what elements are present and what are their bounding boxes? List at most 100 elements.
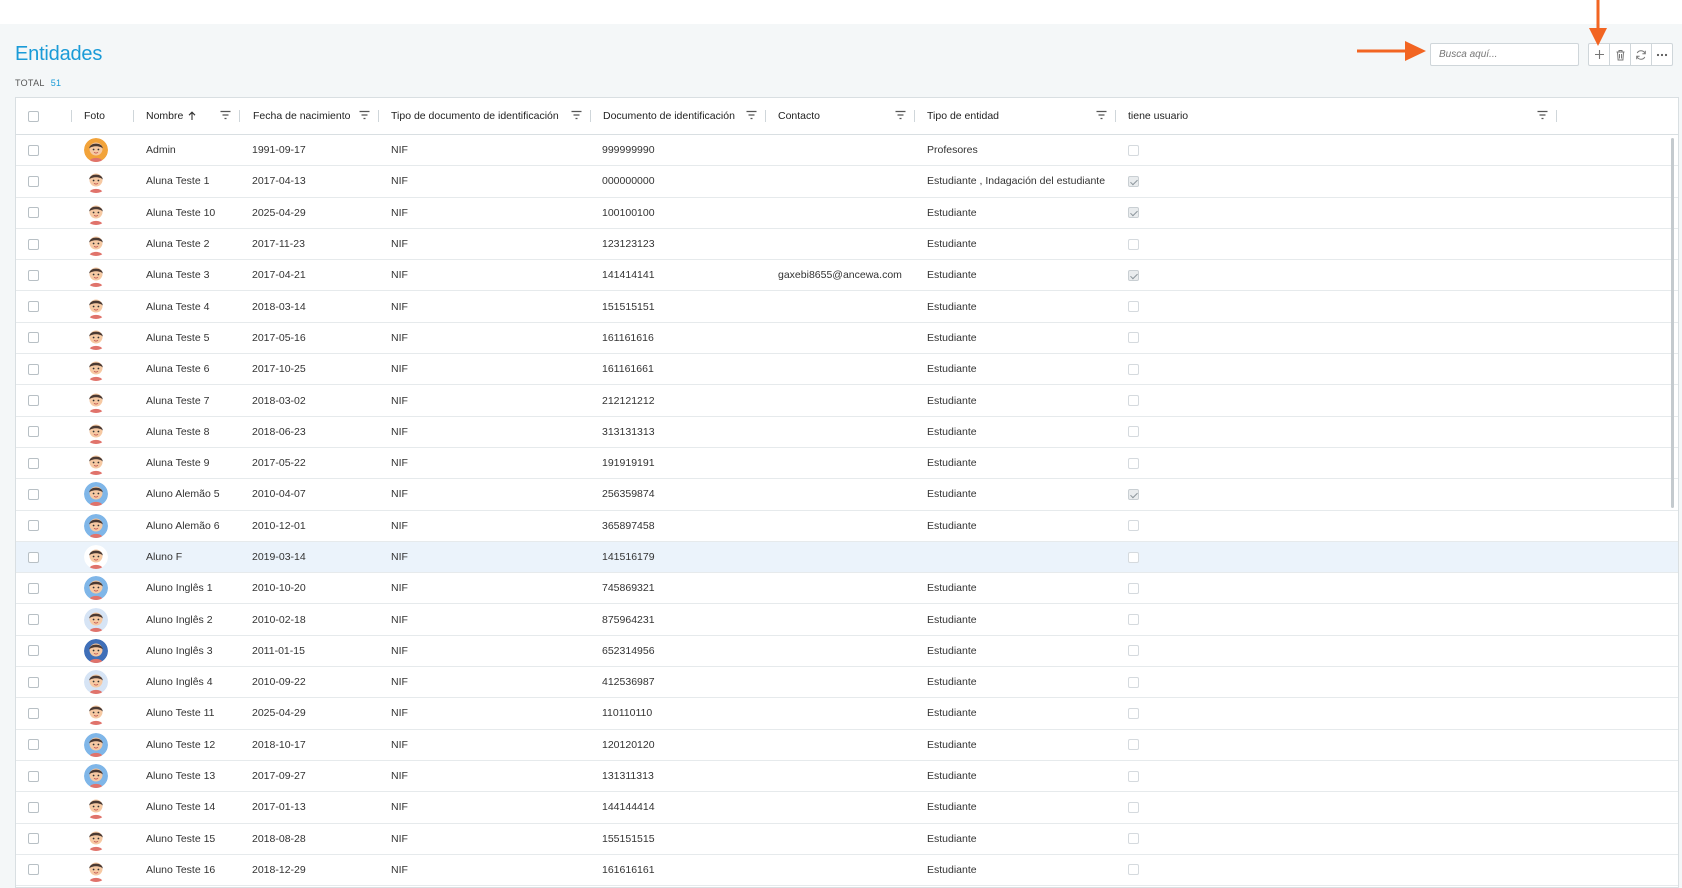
cell-documento: 151515151 — [602, 300, 655, 313]
cell-tipo-documento: NIF — [391, 582, 408, 595]
row-select-checkbox[interactable] — [28, 667, 39, 697]
entities-page: Entidades TOTAL 51 Foto Nombre — [0, 24, 1682, 888]
row-select-checkbox[interactable] — [28, 135, 39, 165]
row-select-checkbox[interactable] — [28, 730, 39, 760]
row-select-checkbox[interactable] — [28, 198, 39, 228]
table-row[interactable]: Aluna Teste 7 2018-03-02 NIF 212121212 Estud… — [16, 385, 1678, 417]
table-row[interactable]: Aluno Inglês 2 2010-02-18 NIF 875964231 Estu… — [16, 604, 1678, 636]
row-select-checkbox[interactable] — [28, 323, 39, 353]
table-row[interactable]: Aluno Teste 15 2018-08-28 NIF 155151515 Estu… — [16, 824, 1678, 855]
column-header-tipo-entidad[interactable]: Tipo de entidad — [927, 98, 999, 134]
cell-documento: 212121212 — [602, 394, 655, 407]
filter-icon[interactable] — [746, 110, 757, 120]
table-row[interactable]: Aluna Teste 3 2017-04-21 NIF 141414141 gaxeb… — [16, 260, 1678, 292]
row-select-checkbox[interactable] — [28, 542, 39, 572]
row-select-checkbox[interactable] — [28, 792, 39, 822]
table-row[interactable]: Aluno Inglês 3 2011-01-15 NIF 652314956 Estu… — [16, 636, 1678, 668]
avatar-image — [84, 732, 108, 757]
row-select-checkbox[interactable] — [28, 855, 39, 885]
column-header-documento[interactable]: Documento de identificación — [603, 98, 735, 134]
row-select-checkbox[interactable] — [28, 417, 39, 447]
table-row[interactable]: Aluna Teste 2 2017-11-23 NIF 123123123 Estud… — [16, 229, 1678, 261]
table-body: Admin 1991-09-17 NIF 999999990 Profesores Alu… — [16, 135, 1678, 887]
cell-nombre: Aluna Teste 10 — [146, 206, 216, 219]
row-select-checkbox[interactable] — [28, 448, 39, 478]
table-row[interactable]: Aluna Teste 9 2017-05-22 NIF 191919191 Estud… — [16, 448, 1678, 480]
table-row[interactable]: Aluno Alemão 6 2010-12-01 NIF 365897458 Estu… — [16, 511, 1678, 542]
table-row[interactable]: Aluno Teste 13 2017-09-27 NIF 131311313 Estu… — [16, 761, 1678, 793]
table-row[interactable]: Aluna Teste 8 2018-06-23 NIF 313131313 Estud… — [16, 417, 1678, 448]
column-separator — [71, 110, 72, 122]
cell-tipo-documento: NIF — [391, 331, 408, 344]
avatar-image — [84, 482, 108, 507]
cell-tipo-entidad: Estudiante — [927, 863, 977, 876]
cell-fecha-nacimiento: 2017-05-22 — [252, 457, 306, 470]
row-select-checkbox[interactable] — [28, 479, 39, 509]
table-row[interactable]: Aluna Teste 6 2017-10-25 NIF 161161661 Estud… — [16, 354, 1678, 386]
filter-icon[interactable] — [1537, 110, 1548, 120]
has-user-checkbox — [1128, 824, 1139, 854]
table-row[interactable]: Aluno Teste 11 2025-04-29 NIF 110110110 Estu… — [16, 698, 1678, 730]
column-separator — [133, 110, 134, 122]
cell-tipo-documento: NIF — [391, 300, 408, 313]
cell-tipo-documento: NIF — [391, 488, 408, 501]
filter-icon[interactable] — [571, 110, 582, 120]
column-separator — [914, 110, 915, 122]
column-header-tipo-documento[interactable]: Tipo de documento de identificación — [391, 98, 559, 134]
filter-icon[interactable] — [359, 110, 370, 120]
vertical-scrollbar[interactable] — [1671, 138, 1674, 508]
cell-tipo-entidad: Estudiante — [927, 707, 977, 720]
avatar — [84, 479, 108, 509]
row-select-checkbox[interactable] — [28, 291, 39, 321]
table-row[interactable]: Aluno Teste 12 2018-10-17 NIF 120120120 Estu… — [16, 730, 1678, 761]
table-row[interactable]: Aluna Teste 4 2018-03-14 NIF 151515151 Estud… — [16, 291, 1678, 323]
avatar-image — [84, 826, 108, 851]
row-select-checkbox[interactable] — [28, 354, 39, 384]
column-header-fecha-nacimiento[interactable]: Fecha de nacimiento — [253, 98, 350, 134]
row-select-checkbox[interactable] — [28, 824, 39, 854]
table-row[interactable]: Aluna Teste 1 2017-04-13 NIF 000000000 Estud… — [16, 166, 1678, 198]
table-row[interactable]: Aluno Inglês 1 2010-10-20 NIF 745869321 Estu… — [16, 573, 1678, 605]
avatar-image — [84, 701, 108, 726]
row-select-checkbox[interactable] — [28, 229, 39, 259]
column-header-tiene-usuario[interactable]: tiene usuario — [1128, 98, 1188, 134]
avatar-image — [84, 357, 108, 382]
select-all-checkbox[interactable] — [28, 98, 39, 134]
table-row[interactable]: Aluno F 2019-03-14 NIF 141516179 — [16, 541, 1678, 574]
row-select-checkbox[interactable] — [28, 573, 39, 603]
more-button[interactable] — [1651, 43, 1673, 66]
avatar-image — [84, 200, 108, 225]
cell-documento: 161616161 — [602, 863, 655, 876]
table-row[interactable]: Admin 1991-09-17 NIF 999999990 Profesores — [16, 135, 1678, 167]
column-header-foto[interactable]: Foto — [84, 98, 105, 134]
table-row[interactable]: Aluno Teste 16 2018-12-29 NIF 161616161 Estu… — [16, 855, 1678, 887]
row-select-checkbox[interactable] — [28, 260, 39, 290]
row-select-checkbox[interactable] — [28, 166, 39, 196]
row-select-checkbox[interactable] — [28, 636, 39, 666]
row-select-checkbox[interactable] — [28, 385, 39, 415]
row-select-checkbox[interactable] — [28, 698, 39, 728]
column-header-contacto[interactable]: Contacto — [778, 98, 820, 134]
table-row[interactable]: Aluno Teste 14 2017-01-13 NIF 144144414 Estu… — [16, 792, 1678, 824]
table-row[interactable]: Aluna Teste 5 2017-05-16 NIF 161161616 Estud… — [16, 323, 1678, 355]
total-count: TOTAL 51 — [15, 78, 61, 88]
trash-icon — [1616, 49, 1624, 60]
table-row[interactable]: Aluno Inglês 4 2010-09-22 NIF 412536987 Estu… — [16, 667, 1678, 699]
row-select-checkbox[interactable] — [28, 511, 39, 541]
refresh-button[interactable] — [1630, 43, 1652, 66]
delete-button[interactable] — [1609, 43, 1631, 66]
row-select-checkbox[interactable] — [28, 604, 39, 634]
cell-tipo-documento: NIF — [391, 175, 408, 188]
table-row[interactable]: Aluna Teste 10 2025-04-29 NIF 100100100 Estu… — [16, 198, 1678, 229]
filter-icon[interactable] — [220, 110, 231, 120]
cell-documento: 131311313 — [602, 770, 654, 783]
search-input[interactable] — [1430, 43, 1579, 66]
table-row[interactable]: Aluno Alemão 5 2010-04-07 NIF 256359874 Estu… — [16, 479, 1678, 511]
avatar — [84, 667, 108, 697]
row-select-checkbox[interactable] — [28, 761, 39, 791]
cell-documento: 144144414 — [602, 801, 655, 814]
column-header-nombre[interactable]: Nombre — [146, 98, 196, 134]
filter-icon[interactable] — [895, 110, 906, 120]
filter-icon[interactable] — [1096, 110, 1107, 120]
avatar-image — [84, 388, 108, 413]
